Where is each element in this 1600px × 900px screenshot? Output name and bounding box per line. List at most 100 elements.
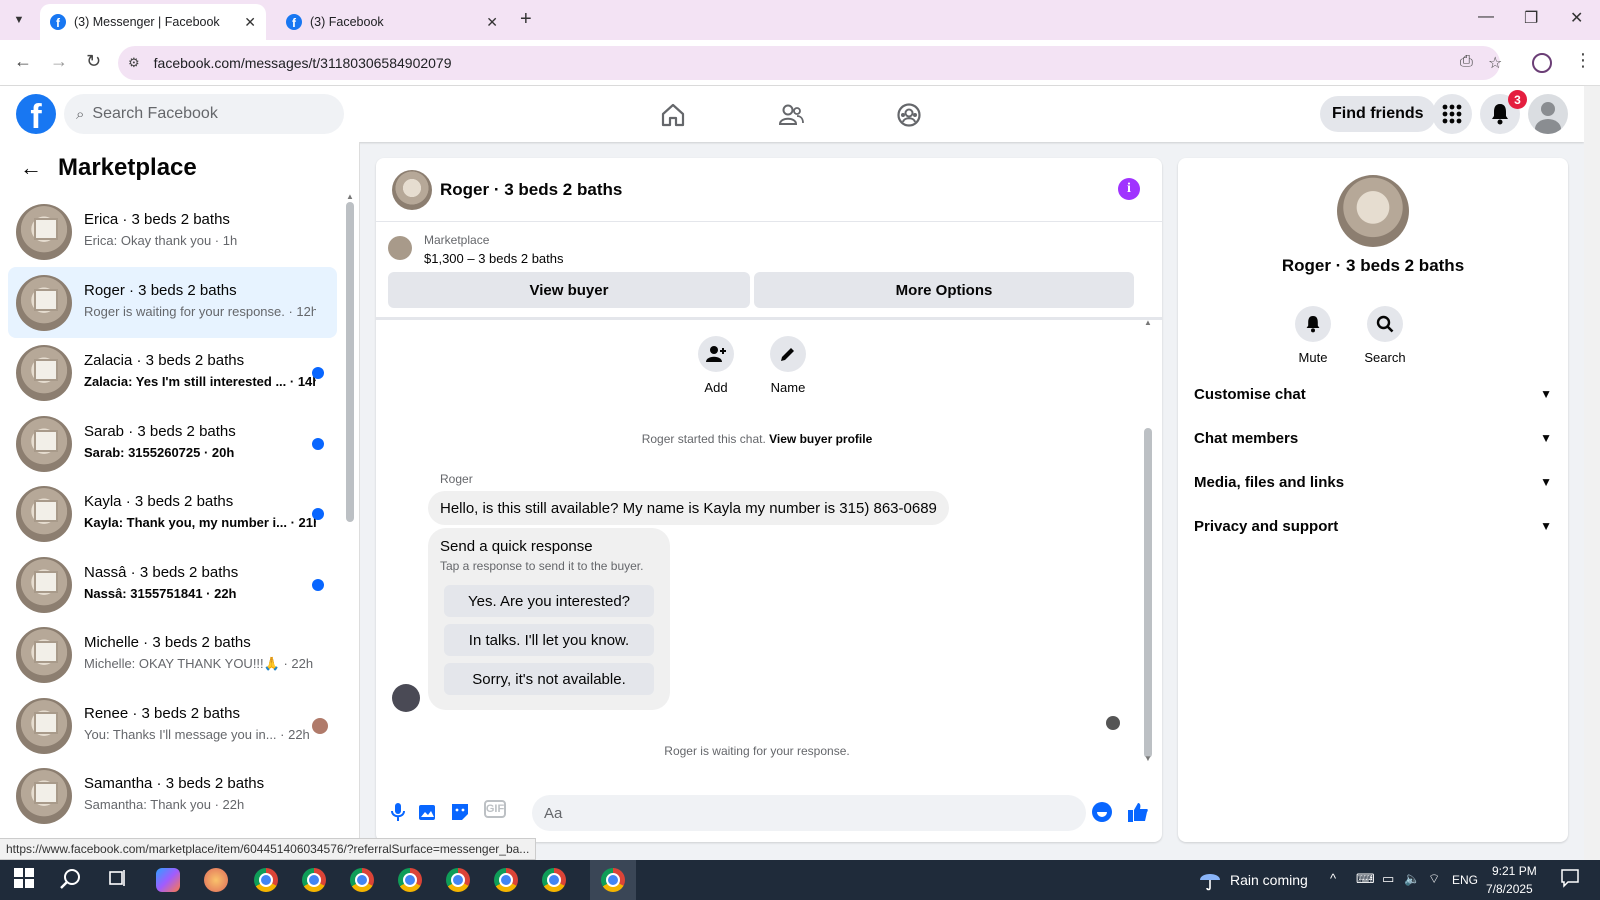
search-box[interactable]: ⌕ <box>64 94 344 134</box>
volume-icon[interactable]: 🔈 <box>1404 871 1420 887</box>
conversation-item[interactable]: Nassâ · 3 beds 2 baths Nassâ: 3155751841 … <box>8 549 337 620</box>
chat-title[interactable]: Roger · 3 beds 2 baths <box>440 180 622 200</box>
name-action[interactable]: Name <box>758 336 818 395</box>
app-icon[interactable] <box>204 868 228 892</box>
chrome-icon[interactable] <box>601 868 625 892</box>
chat-members-section[interactable]: Chat members ▼ <box>1194 420 1552 456</box>
info-icon[interactable]: i <box>1118 178 1140 200</box>
conversation-item[interactable]: Erica · 3 beds 2 baths Erica: Okay thank … <box>8 196 337 267</box>
bookmark-star-icon[interactable]: ☆ <box>1488 53 1502 73</box>
home-icon[interactable] <box>656 98 690 132</box>
tab-facebook[interactable]: f (3) Facebook ✕ <box>276 4 508 40</box>
incoming-message-bubble[interactable]: Hello, is this still available? My name … <box>428 491 949 525</box>
page-scrollbar[interactable] <box>1584 86 1600 860</box>
conversation-item[interactable]: Roger · 3 beds 2 baths Roger is waiting f… <box>8 266 337 338</box>
close-tab-icon[interactable]: ✕ <box>244 14 256 31</box>
scroll-down-arrow-icon[interactable]: ▼ <box>1144 754 1152 763</box>
url-text[interactable]: facebook.com/messages/t/3118030658490207… <box>154 55 452 71</box>
find-friends-button[interactable]: Find friends <box>1320 96 1436 132</box>
input-method-icon[interactable]: ⌨ <box>1356 871 1375 887</box>
windows-taskbar: Rain coming ^ ⌨ ▭ 🔈 ⌔ ENG 9:21 PM 7/8/20… <box>0 860 1600 900</box>
browser-profile-icon[interactable] <box>1532 53 1552 73</box>
facebook-logo-icon[interactable]: f <box>16 94 56 134</box>
scroll-up-arrow-icon[interactable]: ▲ <box>346 192 354 201</box>
chrome-icon[interactable] <box>302 868 326 892</box>
chrome-icon[interactable] <box>350 868 374 892</box>
tab-search-dropdown-icon[interactable]: ▼ <box>8 9 30 31</box>
conversation-item[interactable]: Sarab · 3 beds 2 baths Sarab: 3155260725 … <box>8 408 337 479</box>
conversation-name: Erica · 3 beds 2 baths <box>84 211 230 228</box>
friends-icon[interactable] <box>774 98 808 132</box>
conversation-preview: Kayla: Thank you, my number i... · 21h <box>84 515 316 530</box>
clock-time[interactable]: 9:21 PM <box>1492 864 1537 878</box>
back-icon[interactable]: ← <box>14 51 32 72</box>
privacy-support-section[interactable]: Privacy and support ▼ <box>1194 508 1552 544</box>
more-options-button[interactable]: More Options <box>754 272 1134 308</box>
search-input[interactable] <box>92 105 313 123</box>
close-tab-icon[interactable]: ✕ <box>486 14 498 31</box>
scroll-up-arrow-icon[interactable]: ▲ <box>1144 318 1152 327</box>
copilot-icon[interactable] <box>156 868 180 892</box>
minimize-icon[interactable]: — <box>1478 8 1494 26</box>
chrome-icon[interactable] <box>542 868 566 892</box>
photo-icon[interactable] <box>416 800 440 824</box>
back-arrow-icon[interactable]: ← <box>20 155 42 181</box>
sidebar-scrollbar[interactable] <box>346 202 354 522</box>
chrome-icon[interactable] <box>446 868 470 892</box>
profile-avatar[interactable] <box>1337 175 1409 247</box>
chat-avatar[interactable] <box>392 170 432 210</box>
install-app-icon[interactable]: ⎙ <box>1460 53 1473 71</box>
windows-start-icon[interactable] <box>14 868 38 892</box>
battery-icon[interactable]: ▭ <box>1382 871 1394 887</box>
network-icon[interactable]: ⌔ <box>1428 871 1440 887</box>
groups-icon[interactable] <box>892 98 926 132</box>
browser-menu-icon[interactable]: ⋮ <box>1574 50 1592 71</box>
chrome-icon[interactable] <box>398 868 422 892</box>
gif-icon[interactable]: GIF <box>484 800 506 818</box>
microphone-icon[interactable] <box>386 800 410 824</box>
quick-response-yes-button[interactable]: Yes. Are you interested? <box>444 585 654 617</box>
sender-avatar[interactable] <box>392 684 420 712</box>
chrome-icon[interactable] <box>494 868 518 892</box>
thumbs-up-icon[interactable] <box>1126 800 1150 824</box>
chat-scrollbar[interactable] <box>1144 428 1152 758</box>
clock-date[interactable]: 7/8/2025 <box>1486 882 1533 896</box>
show-hidden-icons-icon[interactable]: ^ <box>1330 871 1336 886</box>
customise-chat-section[interactable]: Customise chat ▼ <box>1194 376 1552 412</box>
task-view-icon[interactable] <box>108 868 132 892</box>
add-person-action[interactable]: Add <box>686 336 746 395</box>
conversation-item[interactable]: Renee · 3 beds 2 baths You: Thanks I'll m… <box>8 690 337 761</box>
chrome-icon[interactable] <box>254 868 278 892</box>
close-window-icon[interactable]: ✕ <box>1570 8 1583 28</box>
emoji-icon[interactable] <box>1092 802 1112 822</box>
listing-thumbnail[interactable] <box>388 236 412 260</box>
menu-grid-icon[interactable] <box>1432 94 1472 134</box>
site-settings-icon[interactable]: ⚙ <box>128 55 140 71</box>
media-files-links-section[interactable]: Media, files and links ▼ <box>1194 464 1552 500</box>
conversation-item[interactable]: Samantha · 3 beds 2 baths Samantha: Thank… <box>8 760 337 831</box>
weather-umbrella-icon[interactable] <box>1198 868 1222 892</box>
search-action[interactable]: Search <box>1350 306 1420 365</box>
restore-icon[interactable]: ❐ <box>1524 8 1538 28</box>
quick-response-in-talks-button[interactable]: In talks. I'll let you know. <box>444 624 654 656</box>
forward-icon[interactable]: → <box>50 51 68 72</box>
quick-response-not-available-button[interactable]: Sorry, it's not available. <box>444 663 654 695</box>
notification-center-icon[interactable] <box>1560 868 1584 892</box>
conversation-item[interactable]: Kayla · 3 beds 2 baths Kayla: Thank you, … <box>8 478 337 549</box>
message-input[interactable] <box>532 795 1086 831</box>
mute-action[interactable]: Mute <box>1278 306 1348 365</box>
account-avatar[interactable] <box>1528 94 1568 134</box>
tab-messenger[interactable]: f (3) Messenger | Facebook ✕ <box>40 4 266 40</box>
sticker-icon[interactable] <box>448 800 472 824</box>
conversation-item[interactable]: Michelle · 3 beds 2 baths Michelle: OKAY … <box>8 619 337 690</box>
view-buyer-profile-link[interactable]: View buyer profile <box>769 432 872 446</box>
search-icon[interactable] <box>60 868 84 892</box>
conversation-item[interactable]: Zalacia · 3 beds 2 baths Zalacia: Yes I'm… <box>8 337 337 408</box>
language-indicator[interactable]: ENG <box>1452 873 1478 887</box>
weather-text[interactable]: Rain coming <box>1230 872 1308 888</box>
view-buyer-button[interactable]: View buyer <box>388 272 750 308</box>
conversation-avatar <box>16 697 72 754</box>
new-tab-button[interactable]: + <box>520 8 532 31</box>
omnibox[interactable]: ⚙ facebook.com/messages/t/31180306584902… <box>118 46 1502 80</box>
reload-icon[interactable]: ↻ <box>86 51 101 72</box>
